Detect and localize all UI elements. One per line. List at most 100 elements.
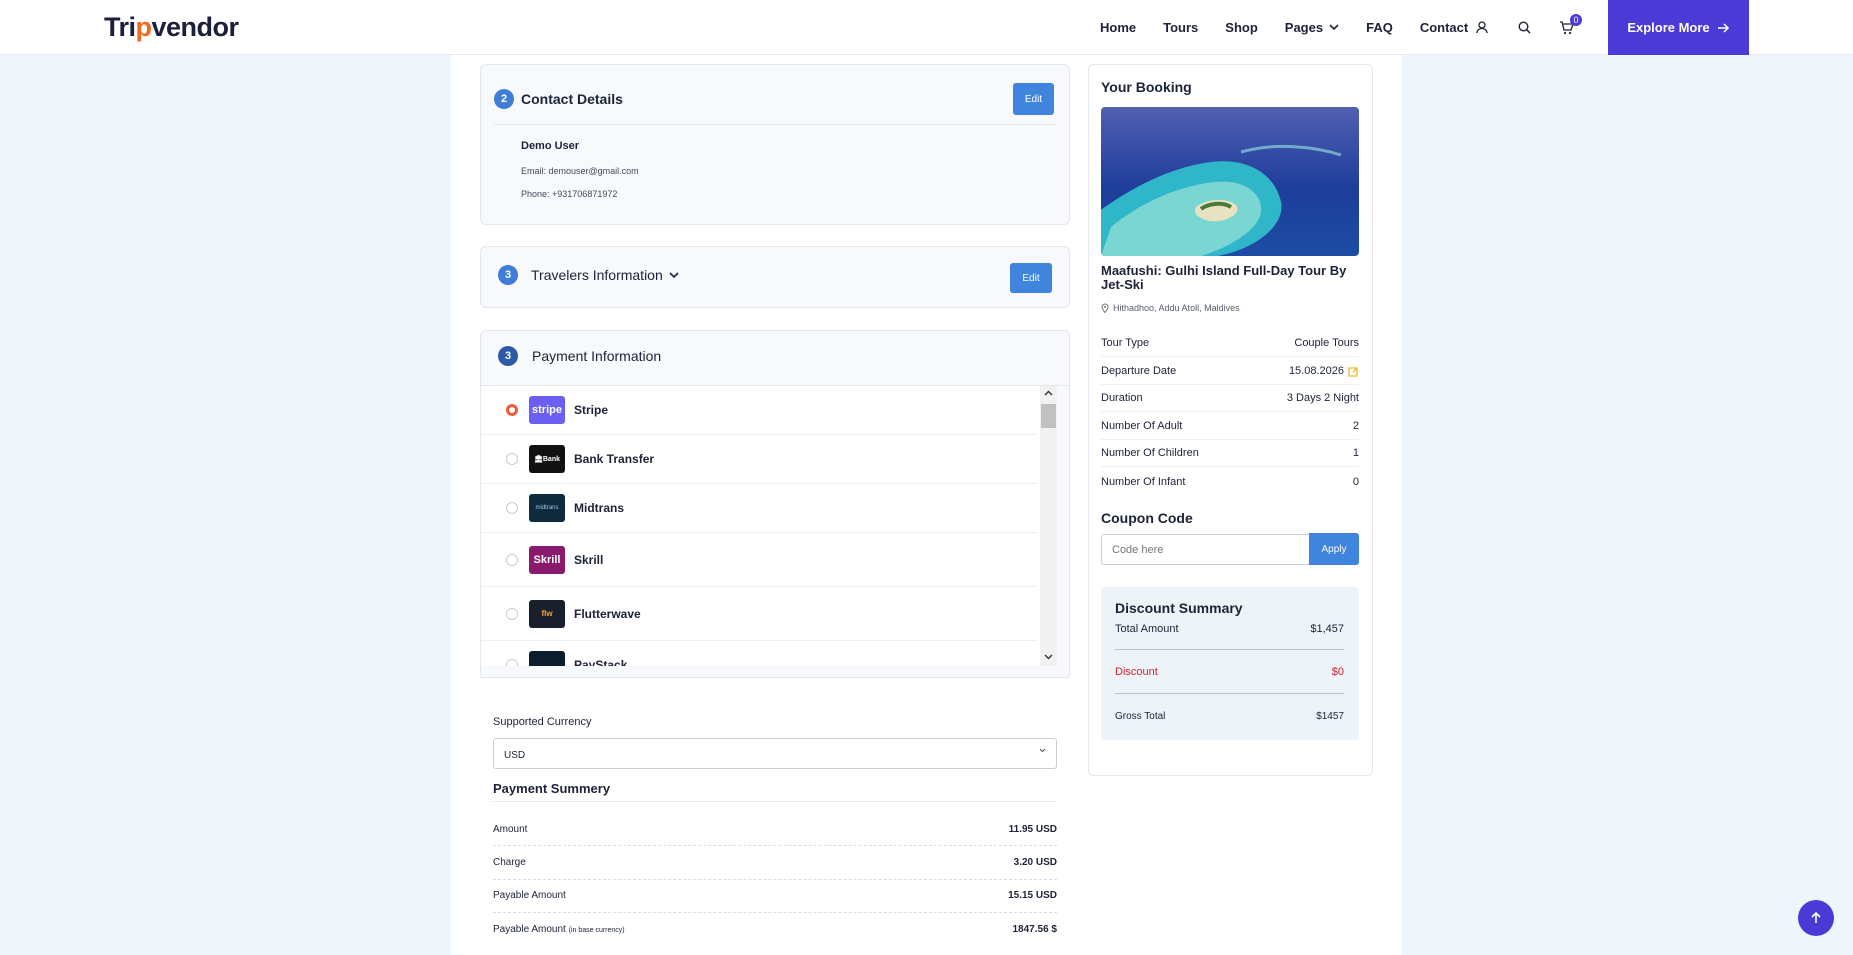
summary-row-divider [493, 912, 1057, 913]
payment-method-name: PayStack [574, 658, 628, 666]
payment-summary-title: Payment Summery [493, 781, 611, 796]
paystack-logo [529, 651, 565, 666]
nav-home[interactable]: Home [1100, 20, 1136, 35]
site-logo[interactable]: Tripvendor [104, 12, 239, 43]
payment-method-skrill[interactable]: Skrill Skrill [481, 533, 1037, 587]
booking-detail-row: Tour Type Couple Tours [1101, 330, 1359, 357]
travelers-edit-button[interactable]: Edit [1010, 263, 1052, 293]
payment-method-flutterwave[interactable]: flw Flutterwave [481, 587, 1037, 641]
arrow-up-icon [1811, 912, 1821, 923]
tour-location: Hithadhoo, Addu Atoll, Maldives [1101, 303, 1240, 313]
scroll-down-icon[interactable] [1044, 654, 1053, 660]
summary-row-divider [493, 879, 1057, 880]
nav-tours[interactable]: Tours [1163, 20, 1198, 35]
travelers-step-badge: 3 [498, 265, 518, 285]
total-amount-label: Total Amount [1115, 623, 1179, 635]
contact-step-badge: 2 [494, 89, 514, 109]
scrollbar-thumb[interactable] [1041, 404, 1056, 428]
payment-method-name: Midtrans [574, 501, 625, 515]
booking-detail-row: Duration 3 Days 2 Night [1101, 385, 1359, 412]
booking-detail-row: Number Of Children 1 [1101, 440, 1359, 467]
booking-detail-row: Number Of Adult 2 [1101, 413, 1359, 440]
nav-shop[interactable]: Shop [1225, 20, 1258, 35]
user-icon[interactable] [1472, 18, 1492, 38]
contact-divider [494, 124, 1055, 125]
scroll-to-top-button[interactable] [1798, 900, 1834, 936]
bank-logo: 🏛 Bank [529, 445, 565, 473]
currency-label: Supported Currency [493, 716, 592, 728]
booking-detail-row: Departure Date 15.08.2026 [1101, 358, 1359, 385]
site-header: Tripvendor Home Tours Shop Pages FAQ Con… [0, 0, 1853, 55]
cart-icon[interactable]: 0 [1556, 13, 1582, 38]
radio-unselected[interactable] [506, 502, 518, 514]
total-amount-value: $1,457 [1310, 623, 1344, 635]
apply-coupon-button[interactable]: Apply [1309, 533, 1359, 565]
skrill-logo: Skrill [529, 545, 565, 574]
currency-select[interactable]: USD [493, 738, 1057, 769]
contact-details-title: Contact Details [521, 91, 623, 107]
payment-method-midtrans[interactable]: midtrans Midtrans [481, 484, 1037, 533]
midtrans-logo: midtrans [529, 494, 565, 522]
contact-email: Email: demouser@gmail.com [521, 166, 639, 176]
payment-method-stripe[interactable]: stripe Stripe [481, 386, 1037, 435]
edit-date-icon[interactable] [1348, 366, 1359, 377]
payment-method-name: Flutterwave [574, 606, 641, 621]
chevron-down-icon[interactable] [669, 272, 679, 279]
payment-method-bank-transfer[interactable]: 🏛 Bank Bank Transfer [481, 435, 1037, 484]
payment-list-scrollbar[interactable] [1040, 386, 1057, 666]
header-icons: 0 [1472, 0, 1598, 55]
nav-pages[interactable]: Pages [1285, 20, 1339, 35]
chevron-down-icon [1039, 748, 1046, 753]
booking-detail-row: Number Of Infant 0 [1101, 475, 1359, 488]
radio-unselected[interactable] [506, 453, 518, 465]
island-photo [1101, 144, 1342, 256]
discount-value: $0 [1331, 666, 1344, 678]
arrow-right-icon [1717, 22, 1729, 33]
payment-method-name: Bank Transfer [574, 452, 655, 466]
summary-row-label: Payable Amount [493, 890, 566, 901]
radio-unselected[interactable] [506, 553, 518, 566]
contact-edit-button[interactable]: Edit [1013, 83, 1054, 115]
gross-divider [1115, 693, 1344, 694]
nav-contact[interactable]: Contact [1420, 20, 1468, 35]
scroll-up-icon[interactable] [1044, 390, 1053, 396]
summary-title-divider [493, 801, 1057, 802]
flutterwave-logo: flw [529, 599, 565, 628]
travelers-info-title[interactable]: Travelers Information [531, 267, 663, 283]
search-icon[interactable] [1514, 18, 1534, 38]
summary-row-divider [493, 845, 1057, 846]
payment-method-name: Skrill [574, 552, 604, 567]
main-nav: Home Tours Shop Pages FAQ Contact [1100, 0, 1495, 55]
payment-method-list[interactable]: stripe Stripe 🏛 Bank Bank Transfer midtr… [481, 386, 1057, 666]
gross-total-label: Gross Total [1115, 711, 1166, 722]
stripe-logo: stripe [529, 396, 565, 424]
summary-row-label: Charge [493, 857, 526, 868]
payment-step-badge: 3 [498, 346, 518, 366]
coupon-title: Coupon Code [1101, 510, 1193, 526]
tour-name[interactable]: Maafushi: Gulhi Island Full-Day Tour By … [1101, 264, 1359, 292]
radio-unselected[interactable] [506, 607, 518, 620]
coupon-input[interactable] [1101, 534, 1310, 565]
summary-row-value: 1847.56 $ [1012, 924, 1058, 935]
explore-more-button[interactable]: Explore More [1608, 0, 1749, 55]
radio-selected[interactable] [506, 404, 518, 416]
payment-method-paystack[interactable]: PayStack [481, 641, 1037, 666]
summary-row-value: 3.20 USD [1013, 857, 1057, 868]
summary-row-value: 11.95 USD [1008, 824, 1057, 835]
contact-phone: Phone: +931706871972 [521, 189, 618, 199]
summary-row-label: Payable Amount (in base currency) [493, 924, 625, 935]
currency-selected-value: USD [504, 750, 526, 761]
discount-divider [1115, 649, 1344, 650]
summary-row-note: (in base currency) [568, 927, 625, 934]
summary-row-label: Amount [493, 824, 528, 835]
chevron-down-icon [1329, 24, 1339, 31]
radio-unselected[interactable] [506, 659, 518, 666]
nav-faq[interactable]: FAQ [1366, 20, 1393, 35]
payment-method-name: Stripe [574, 403, 609, 417]
discount-summary-title: Discount Summary [1115, 600, 1243, 616]
contact-name: Demo User [521, 140, 580, 152]
payment-info-title: Payment Information [532, 348, 662, 364]
cart-count-badge: 0 [1570, 13, 1582, 26]
tour-image [1101, 107, 1359, 256]
discount-label: Discount [1115, 666, 1158, 678]
